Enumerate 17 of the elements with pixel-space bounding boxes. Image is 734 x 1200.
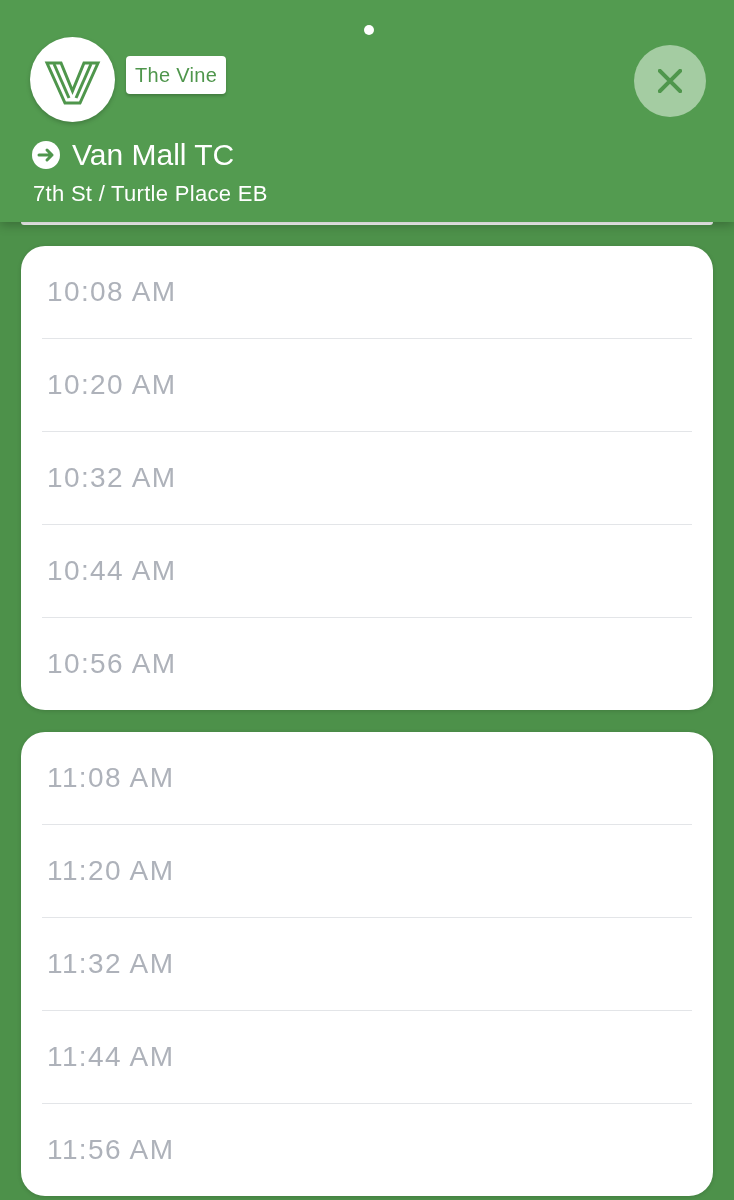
departure-time: 11:32 AM	[47, 947, 175, 981]
departure-time: 11:44 AM	[47, 1040, 175, 1074]
stop-name: 7th St / Turtle Place EB	[33, 180, 269, 208]
agency-badge: The Vine	[126, 55, 227, 94]
departure-time: 10:56 AM	[47, 647, 177, 681]
departure-time: 11:08 AM	[47, 761, 175, 795]
page-dot-icon	[364, 25, 374, 35]
departure-time: 10:32 AM	[47, 461, 177, 495]
departure-time: 10:44 AM	[47, 554, 177, 588]
v-logo-icon	[30, 37, 115, 122]
departure-time: 10:20 AM	[47, 368, 177, 402]
departure-time: 11:56 AM	[47, 1133, 175, 1167]
close-icon	[658, 68, 682, 93]
departure-time: 11:20 AM	[47, 854, 175, 888]
arrow-right-icon	[32, 141, 60, 169]
departure-time: 10:08 AM	[47, 275, 177, 309]
destination-title: Van Mall TC	[72, 138, 235, 172]
